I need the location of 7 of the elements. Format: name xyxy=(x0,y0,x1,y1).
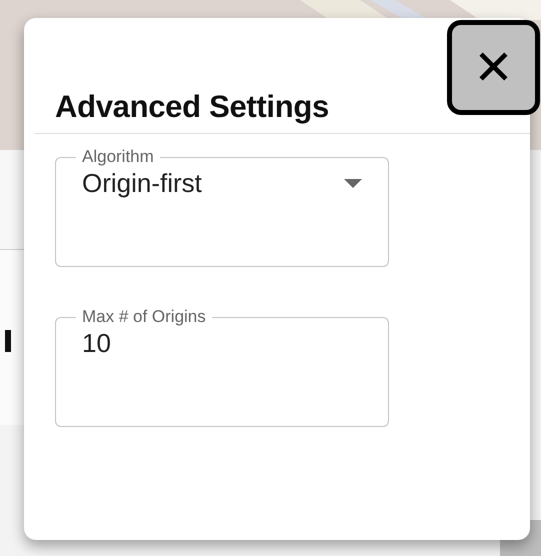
field-label: Max # of Origins xyxy=(81,306,207,328)
close-button[interactable]: ✕ xyxy=(447,20,540,115)
field-value: 10 xyxy=(82,328,112,359)
field-value: Origin-first xyxy=(82,168,203,199)
dialog-title: Advanced Settings xyxy=(55,89,329,125)
dropdown-arrow-icon[interactable] xyxy=(344,178,362,188)
field-label: Algorithm xyxy=(81,146,155,168)
